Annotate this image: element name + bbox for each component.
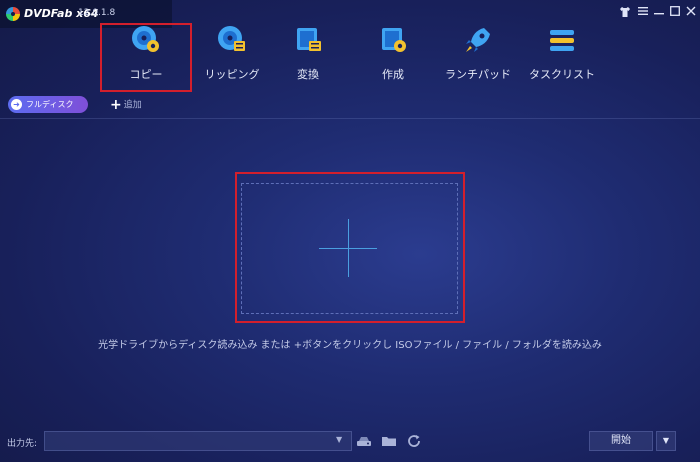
bottom-bar: 出力先: ▼ 開始 ▼ xyxy=(0,428,700,462)
nav-item-task-list[interactable]: タスクリスト xyxy=(520,22,604,88)
disc-rip-icon xyxy=(216,24,248,56)
nav-label: 変換 xyxy=(297,68,319,81)
nav-item-launchpad[interactable]: ランチパッド xyxy=(436,22,520,88)
nav-item-create[interactable]: 作成 xyxy=(355,22,431,88)
start-button[interactable]: 開始 xyxy=(589,431,653,451)
divider xyxy=(0,118,700,119)
add-button[interactable]: + 追加 xyxy=(110,97,142,113)
output-label: 出力先: xyxy=(7,439,38,449)
dropdown-arrow-icon[interactable]: ▼ xyxy=(336,435,342,444)
start-dropdown-icon[interactable]: ▼ xyxy=(656,431,676,451)
menu-icon[interactable] xyxy=(636,6,650,20)
nav-label: タスクリスト xyxy=(529,68,595,81)
nav-item-ripping[interactable]: リッピング xyxy=(190,22,274,88)
task-list-icon xyxy=(546,24,578,56)
film-create-icon xyxy=(377,24,409,56)
maximize-icon[interactable] xyxy=(668,6,682,20)
refresh-icon[interactable] xyxy=(406,433,422,449)
minimize-icon[interactable] xyxy=(652,6,666,20)
film-convert-icon xyxy=(292,24,324,56)
iso-drive-icon[interactable] xyxy=(356,433,372,449)
full-disc-label: フルディスク xyxy=(26,100,74,109)
circle-arrow-icon: ➜ xyxy=(11,99,22,110)
dvdfab-logo-icon xyxy=(6,7,20,21)
add-label: 追加 xyxy=(123,100,142,111)
nav-label: ランチパッド xyxy=(445,68,511,81)
app-version: 12.0.1.8 xyxy=(78,8,116,18)
plus-icon: + xyxy=(110,97,122,113)
selected-highlight xyxy=(100,23,192,92)
tshirt-icon[interactable] xyxy=(618,6,632,20)
nav-label: 作成 xyxy=(382,68,404,81)
output-path-field[interactable] xyxy=(44,431,352,451)
add-plus-icon[interactable] xyxy=(348,219,349,277)
full-disc-button[interactable]: ➜ フルディスク xyxy=(8,96,88,113)
folder-icon[interactable] xyxy=(381,433,397,449)
close-icon[interactable] xyxy=(684,6,698,20)
nav-label: リッピング xyxy=(204,68,260,81)
nav-item-convert[interactable]: 変換 xyxy=(270,22,346,88)
rocket-icon xyxy=(462,24,494,56)
drop-hint: 光学ドライブからディスク読み込み または +ボタンをクリックし ISOファイル … xyxy=(98,340,602,351)
